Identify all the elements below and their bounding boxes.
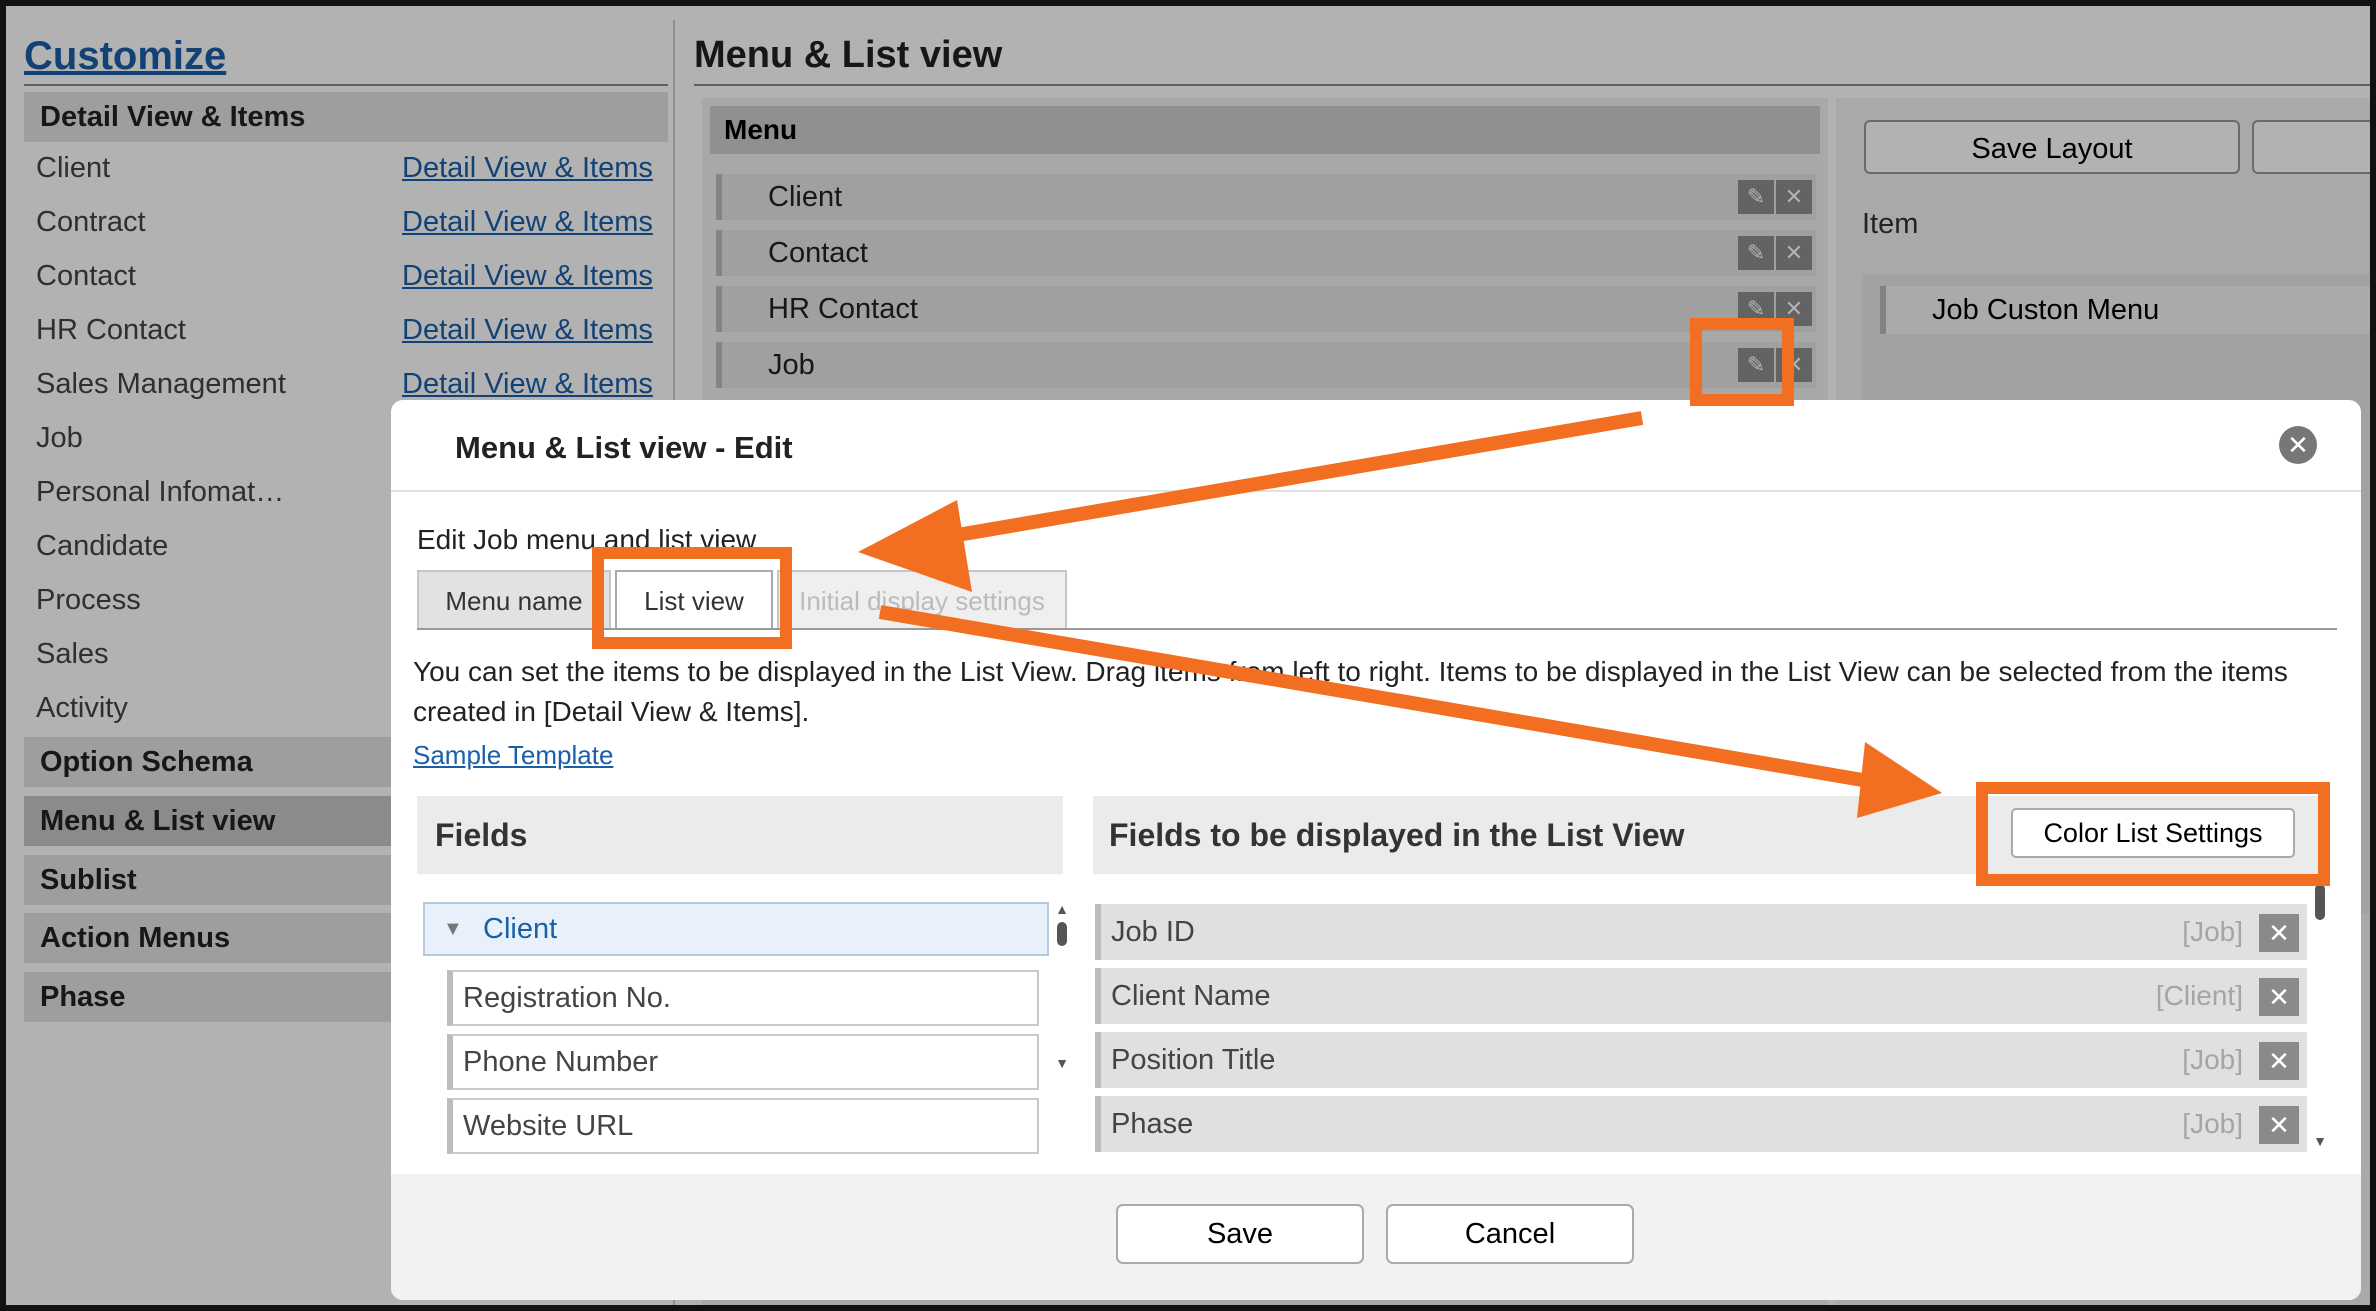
fields-header: Fields [417,796,1063,874]
cancel-button[interactable]: Cancel [1386,1204,1634,1264]
close-icon[interactable]: ✕ [2259,978,2299,1016]
divider [391,490,2361,492]
description-text: You can set the items to be displayed in… [413,656,2288,727]
field-item-registration-no[interactable]: Registration No. [447,970,1039,1026]
scroll-down-icon[interactable]: ▼ [1055,1056,1069,1070]
field-item-phone-number[interactable]: Phone Number [447,1034,1039,1090]
scroll-thumb[interactable] [1057,922,1067,946]
list-row-client-name[interactable]: Client Name [Client] ✕ [1095,968,2307,1024]
tab-initial-display-settings[interactable]: Initial display settings [777,570,1067,628]
list-row-source: [Job] [2182,1108,2243,1139]
close-icon[interactable]: ✕ [2259,1106,2299,1144]
fields-scrollbar[interactable]: ▲ ▼ [1055,902,1069,1150]
highlight-list-view-tab [592,547,792,649]
list-row-source: [Client] [2155,980,2243,1011]
list-row-phase[interactable]: Phase [Job] ✕ [1095,1096,2307,1152]
dialog-title: Menu & List view - Edit [455,430,793,465]
tree-group-client[interactable]: ▼ Client [423,902,1049,956]
tree-group-label: Client [483,913,558,945]
list-row-label: Phase [1111,1108,1194,1140]
list-row-position-title[interactable]: Position Title [Job] ✕ [1095,1032,2307,1088]
list-view-scrollbar[interactable]: ▼ [2313,884,2327,1154]
sample-template-link[interactable]: Sample Template [413,740,613,771]
app-window: Customize Detail View & Items Client Det… [6,6,2370,1305]
list-row-job-id[interactable]: Job ID [Job] ✕ [1095,904,2307,960]
scroll-up-icon[interactable]: ▲ [1055,902,1069,916]
list-row-label: Position Title [1111,1044,1276,1076]
highlight-edit-job [1690,318,1794,406]
dialog-footer: Save Cancel [391,1174,2361,1300]
list-row-source: [Job] [2182,1044,2243,1075]
list-row-source: [Job] [2182,916,2243,947]
list-row-label: Client Name [1111,980,1271,1012]
caret-down-icon[interactable]: ▼ [443,904,463,954]
close-icon[interactable]: ✕ [2259,1042,2299,1080]
close-icon[interactable]: ✕ [2279,426,2317,464]
tab-menu-name[interactable]: Menu name [417,570,611,628]
scroll-thumb[interactable] [2315,884,2325,920]
save-button[interactable]: Save [1116,1204,1364,1264]
scroll-down-icon[interactable]: ▼ [2313,1134,2327,1148]
list-row-label: Job ID [1111,916,1195,948]
field-item-website-url[interactable]: Website URL [447,1098,1039,1154]
highlight-color-list-settings [1976,782,2330,886]
close-icon[interactable]: ✕ [2259,914,2299,952]
